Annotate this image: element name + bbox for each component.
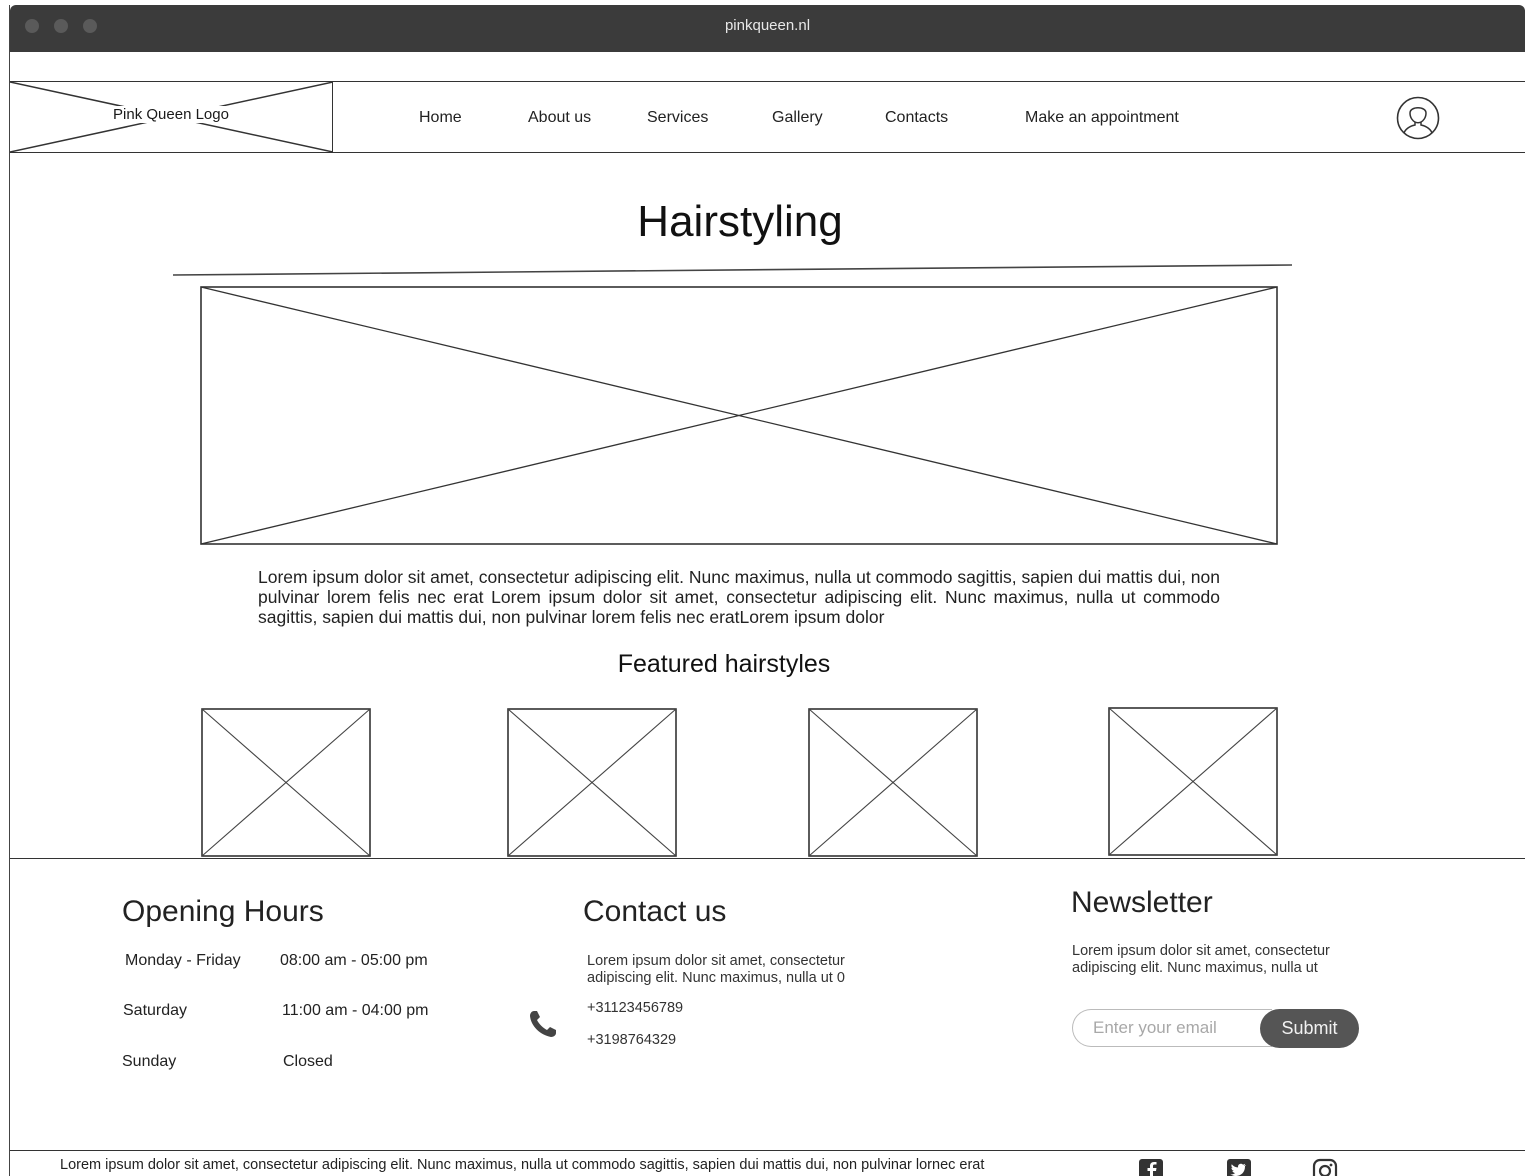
footer-bottom-text: Lorem ipsum dolor sit amet, consectetur … bbox=[60, 1157, 985, 1173]
newsletter-text: Lorem ipsum dolor sit amet, consectetur … bbox=[1072, 943, 1330, 976]
site-header: Pink Queen Logo Home About us Services G… bbox=[10, 81, 1525, 153]
intro-text: Lorem ipsum dolor sit amet, consectetur … bbox=[258, 567, 1220, 627]
instagram-icon[interactable] bbox=[1312, 1158, 1338, 1176]
featured-image-2[interactable] bbox=[507, 708, 677, 857]
twitter-icon[interactable] bbox=[1226, 1158, 1252, 1176]
hours-time: Closed bbox=[283, 1053, 333, 1070]
nav-make-appointment[interactable]: Make an appointment bbox=[1025, 109, 1179, 127]
featured-image-1[interactable] bbox=[201, 708, 371, 857]
user-icon[interactable] bbox=[1396, 96, 1440, 140]
page-title: Hairstyling bbox=[637, 197, 843, 246]
opening-hours-title: Opening Hours bbox=[122, 895, 324, 928]
contact-text: Lorem ipsum dolor sit amet, consectetur … bbox=[587, 953, 845, 986]
phone-number[interactable]: +31123456789 bbox=[587, 1000, 683, 1016]
site-logo[interactable]: Pink Queen Logo bbox=[10, 82, 333, 152]
newsletter-title: Newsletter bbox=[1071, 886, 1213, 919]
newsletter-submit-button[interactable]: Submit bbox=[1260, 1009, 1359, 1048]
facebook-icon[interactable] bbox=[1138, 1158, 1164, 1176]
hours-time: 08:00 am - 05:00 pm bbox=[280, 952, 428, 969]
site-footer: Opening Hours Monday - Friday 08:00 am -… bbox=[10, 858, 1525, 1151]
featured-image-3[interactable] bbox=[808, 708, 978, 857]
featured-image-4[interactable] bbox=[1108, 707, 1278, 856]
nav-about-us[interactable]: About us bbox=[528, 109, 591, 127]
hours-day: Saturday bbox=[123, 1002, 188, 1019]
hours-time: 11:00 am - 04:00 pm bbox=[282, 1002, 429, 1019]
title-divider bbox=[172, 264, 1293, 276]
browser-url[interactable]: pinkqueen.nl bbox=[10, 17, 1525, 34]
featured-title: Featured hairstyles bbox=[617, 650, 831, 678]
hours-day: Sunday bbox=[122, 1053, 177, 1070]
nav-contacts[interactable]: Contacts bbox=[885, 109, 948, 127]
nav-services[interactable]: Services bbox=[647, 109, 708, 127]
phone-number[interactable]: +3198764329 bbox=[587, 1032, 676, 1048]
hours-day: Monday - Friday bbox=[125, 952, 241, 969]
hero-image-placeholder bbox=[200, 286, 1278, 545]
phone-icon bbox=[530, 1011, 556, 1037]
contact-title: Contact us bbox=[583, 895, 727, 928]
nav-gallery[interactable]: Gallery bbox=[772, 109, 823, 127]
newsletter-email-input[interactable] bbox=[1072, 1009, 1272, 1047]
browser-titlebar: pinkqueen.nl bbox=[10, 5, 1525, 52]
browser-window: pinkqueen.nl Pink Queen Logo Home About … bbox=[9, 5, 1525, 1176]
logo-label: Pink Queen Logo bbox=[111, 106, 231, 123]
nav-home[interactable]: Home bbox=[419, 109, 462, 127]
